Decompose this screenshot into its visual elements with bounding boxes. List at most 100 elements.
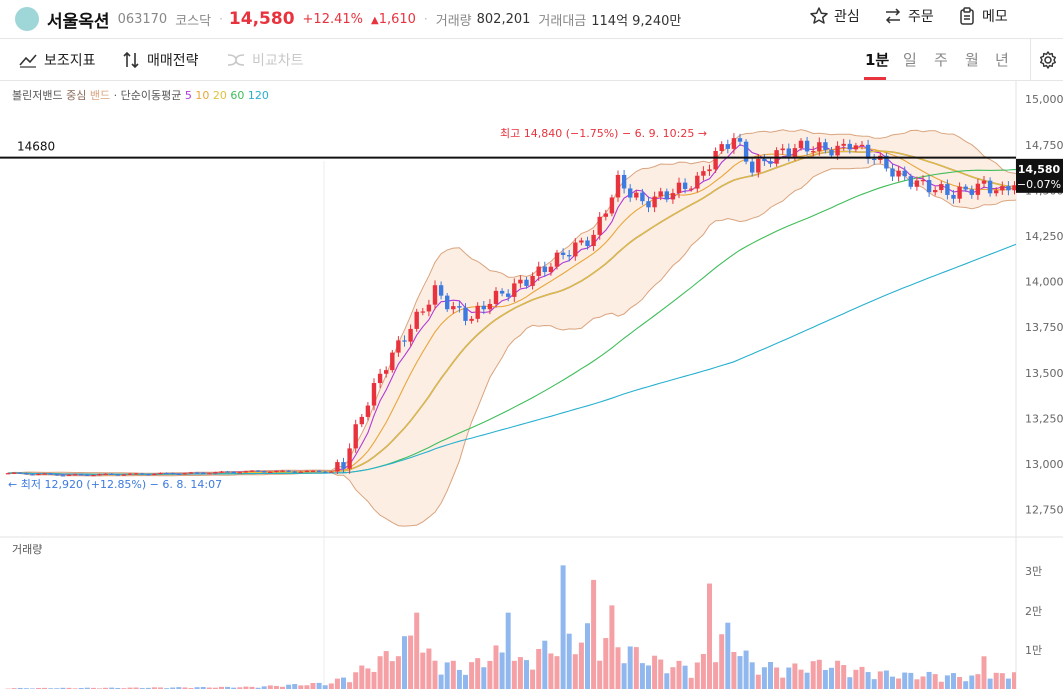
- candle-body: [420, 311, 425, 313]
- volume-bar: [883, 670, 889, 689]
- candle-body: [536, 266, 541, 276]
- candle-body: [225, 471, 230, 473]
- candle: [359, 414, 364, 428]
- volume-bar: [444, 662, 450, 689]
- candle-body: [11, 472, 17, 474]
- y-tick-label: 13,500: [1025, 367, 1063, 380]
- volume-bar: [981, 656, 987, 689]
- volume-bar: [456, 669, 462, 689]
- volume-bar: [304, 685, 310, 689]
- tab-day[interactable]: 일: [903, 49, 917, 70]
- candle-body: [103, 473, 108, 475]
- volume-bar: [890, 676, 895, 689]
- tab-week[interactable]: 주: [934, 49, 948, 70]
- candle-body: [133, 473, 139, 475]
- candle-body: [530, 275, 535, 286]
- volume-bar: [755, 674, 761, 689]
- volume-tick-3: 3만: [1025, 565, 1042, 578]
- volume-bar: [920, 676, 926, 689]
- candle-body: [310, 470, 316, 472]
- candle-body: [42, 473, 47, 475]
- volume-bar: [609, 605, 615, 689]
- candle-body: [396, 340, 401, 353]
- tab-month[interactable]: 월: [965, 49, 979, 70]
- volume-bar: [859, 666, 865, 689]
- volume-bar: [353, 672, 359, 689]
- candle-body: [152, 473, 157, 476]
- volume-bar: [420, 652, 426, 689]
- compare-cross-icon: [227, 54, 245, 66]
- candle-body: [207, 473, 212, 475]
- candle-body: [737, 138, 743, 142]
- volume-bar: [853, 669, 859, 689]
- candle-body: [97, 474, 102, 476]
- candle-body: [780, 148, 785, 151]
- volume-bar: [957, 677, 963, 689]
- strategy-button[interactable]: 매매전략: [121, 50, 199, 70]
- candle: [414, 308, 419, 332]
- volume-bar: [298, 685, 304, 689]
- candle-body: [402, 340, 407, 342]
- candle-body: [341, 462, 346, 469]
- volume-bar: [835, 660, 841, 689]
- amount-label: 거래대금: [538, 13, 587, 29]
- candle-body: [274, 470, 279, 473]
- candle-body: [829, 149, 834, 156]
- candle-body: [499, 290, 505, 294]
- candle-body: [768, 161, 773, 164]
- volume-bar: [487, 660, 493, 689]
- candle-body: [890, 168, 895, 177]
- volume-bar: [926, 671, 932, 689]
- candle: [554, 249, 560, 270]
- volume-bar: [700, 653, 706, 689]
- volume-bar: [426, 648, 432, 689]
- candle-body: [609, 197, 615, 214]
- volume-bar: [658, 659, 664, 689]
- volume-bar: [743, 650, 749, 689]
- ma60-label: 60: [230, 89, 244, 102]
- candle-body: [707, 169, 712, 172]
- candle-body: [280, 470, 285, 472]
- candle: [390, 349, 395, 373]
- ma120-label: 120: [248, 89, 269, 102]
- volume-bar: [511, 660, 517, 689]
- candle-body: [518, 279, 523, 284]
- compare-button[interactable]: 비교차트: [226, 50, 304, 70]
- candle-body: [725, 144, 730, 149]
- candle-body: [731, 138, 737, 149]
- candle-body: [853, 145, 859, 150]
- indicator-label: 보조지표: [44, 53, 96, 69]
- volume-tick-2: 2만: [1025, 605, 1042, 618]
- y-tick-label: 14,750: [1025, 139, 1063, 152]
- volume-bar: [871, 679, 877, 689]
- watch-label: 관심: [834, 9, 860, 25]
- watch-button[interactable]: 관심: [809, 6, 860, 26]
- candle-body: [487, 303, 493, 310]
- candle: [353, 419, 358, 453]
- order-button[interactable]: 주문: [883, 6, 934, 26]
- volume-bar: [548, 653, 554, 689]
- candle-body: [847, 143, 852, 150]
- volume-bar: [267, 685, 273, 689]
- candle-body: [54, 474, 59, 476]
- volume-bar: [639, 663, 645, 689]
- candle-body: [451, 306, 456, 310]
- price-chart[interactable]: 15,00014,75014,50014,25014,00013,75013,5…: [0, 81, 1063, 689]
- order-label: 주문: [908, 9, 934, 25]
- low-annotation: ← 최저 12,920 (+12.85%) − 6. 8. 14:07: [8, 478, 222, 491]
- volume-bar: [542, 640, 548, 689]
- volume-bar: [414, 612, 420, 689]
- volume-bar: [987, 678, 993, 689]
- volume-bar: [652, 655, 658, 689]
- settings-button[interactable]: [1030, 39, 1063, 80]
- volume-bar: [554, 656, 560, 689]
- memo-button[interactable]: 메모: [957, 6, 1008, 26]
- indicator-button[interactable]: 보조지표: [18, 50, 96, 70]
- volume-bar: [389, 661, 395, 689]
- candle-body: [201, 472, 206, 474]
- trend-line-icon: [19, 54, 37, 68]
- tab-1min[interactable]: 1분: [865, 49, 889, 70]
- tab-year[interactable]: 년: [995, 49, 1009, 70]
- separator-dot: ·: [423, 12, 428, 26]
- volume-bar: [359, 665, 365, 689]
